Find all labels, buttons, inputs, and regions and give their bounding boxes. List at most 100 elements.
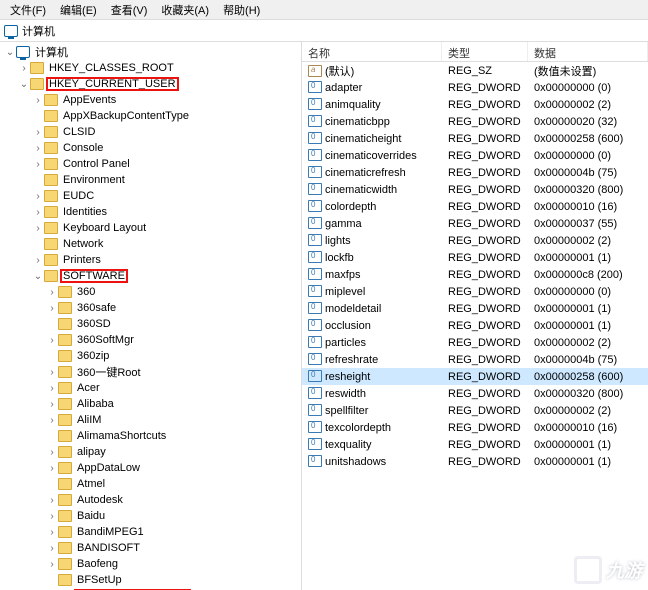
tree-node[interactable]: Network bbox=[0, 236, 301, 252]
expand-icon[interactable]: › bbox=[46, 463, 58, 474]
tree-node[interactable]: ›Console bbox=[0, 140, 301, 156]
value-row[interactable]: maxfpsREG_DWORD0x000000c8 (200) bbox=[302, 266, 648, 283]
value-row[interactable]: particlesREG_DWORD0x00000002 (2) bbox=[302, 334, 648, 351]
expand-icon[interactable]: › bbox=[46, 303, 58, 314]
tree-node[interactable]: 360zip bbox=[0, 348, 301, 364]
tree-node[interactable]: ›HKEY_CLASSES_ROOT bbox=[0, 60, 301, 76]
tree-node[interactable]: ›AppDataLow bbox=[0, 460, 301, 476]
expand-icon[interactable]: › bbox=[32, 143, 44, 154]
tree-node[interactable]: ›CLSID bbox=[0, 124, 301, 140]
expand-icon[interactable]: › bbox=[32, 95, 44, 106]
tree-node[interactable]: ⌄HKEY_CURRENT_USER bbox=[0, 76, 301, 92]
tree-node[interactable]: ›AppEvents bbox=[0, 92, 301, 108]
tree-node[interactable]: ›alipay bbox=[0, 444, 301, 460]
value-row[interactable]: cinematicoverridesREG_DWORD0x00000000 (0… bbox=[302, 147, 648, 164]
expand-icon[interactable]: › bbox=[46, 495, 58, 506]
tree-node[interactable]: ›BandiMPEG1 bbox=[0, 524, 301, 540]
value-row[interactable]: modeldetailREG_DWORD0x00000001 (1) bbox=[302, 300, 648, 317]
values-list[interactable]: 名称 类型 数据 (默认)REG_SZ(数值未设置)adapterREG_DWO… bbox=[302, 42, 648, 590]
value-row[interactable]: resheightREG_DWORD0x00000258 (600) bbox=[302, 368, 648, 385]
value-row[interactable]: cinematicbppREG_DWORD0x00000020 (32) bbox=[302, 113, 648, 130]
tree-node-label: AppXBackupContentType bbox=[61, 110, 191, 122]
expand-icon[interactable]: › bbox=[46, 447, 58, 458]
tree-node[interactable]: ›Keyboard Layout bbox=[0, 220, 301, 236]
tree-node[interactable]: ›Autodesk bbox=[0, 492, 301, 508]
expand-icon[interactable]: › bbox=[46, 559, 58, 570]
expand-icon[interactable]: › bbox=[32, 127, 44, 138]
menu-help[interactable]: 帮助(H) bbox=[217, 0, 266, 20]
value-row[interactable]: miplevelREG_DWORD0x00000000 (0) bbox=[302, 283, 648, 300]
tree-node[interactable]: ⌄计算机 bbox=[0, 44, 301, 60]
expand-icon[interactable]: › bbox=[46, 415, 58, 426]
folder-icon bbox=[44, 174, 58, 186]
expand-icon[interactable]: › bbox=[46, 383, 58, 394]
expand-icon[interactable]: › bbox=[32, 255, 44, 266]
collapse-icon[interactable]: ⌄ bbox=[4, 47, 16, 58]
collapse-icon[interactable]: ⌄ bbox=[18, 79, 30, 90]
menu-file[interactable]: 文件(F) bbox=[4, 0, 52, 20]
tree-node[interactable]: ›Identities bbox=[0, 204, 301, 220]
expand-icon[interactable]: › bbox=[32, 159, 44, 170]
tree-node[interactable]: ›Baofeng bbox=[0, 556, 301, 572]
value-row[interactable]: texcolordepthREG_DWORD0x00000010 (16) bbox=[302, 419, 648, 436]
tree-node[interactable]: BFSetUp bbox=[0, 572, 301, 588]
expand-icon[interactable]: › bbox=[32, 207, 44, 218]
value-row[interactable]: reswidthREG_DWORD0x00000320 (800) bbox=[302, 385, 648, 402]
value-row[interactable]: cinematicrefreshREG_DWORD0x0000004b (75) bbox=[302, 164, 648, 181]
expand-icon[interactable]: › bbox=[46, 399, 58, 410]
tree-node[interactable]: 360SD bbox=[0, 316, 301, 332]
tree-node[interactable]: ›Acer bbox=[0, 380, 301, 396]
expand-icon[interactable]: › bbox=[18, 63, 30, 74]
registry-tree[interactable]: ⌄计算机›HKEY_CLASSES_ROOT⌄HKEY_CURRENT_USER… bbox=[0, 42, 302, 590]
col-data[interactable]: 数据 bbox=[528, 42, 648, 61]
tree-node[interactable]: Atmel bbox=[0, 476, 301, 492]
value-row[interactable]: refreshrateREG_DWORD0x0000004b (75) bbox=[302, 351, 648, 368]
value-row[interactable]: adapterREG_DWORD0x00000000 (0) bbox=[302, 79, 648, 96]
value-row[interactable]: lockfbREG_DWORD0x00000001 (1) bbox=[302, 249, 648, 266]
tree-node[interactable]: › 360 bbox=[0, 284, 301, 300]
value-row[interactable]: spellfilterREG_DWORD0x00000002 (2) bbox=[302, 402, 648, 419]
tree-node-label: AliIM bbox=[75, 414, 103, 426]
collapse-icon[interactable]: ⌄ bbox=[32, 271, 44, 282]
expand-icon[interactable]: › bbox=[46, 287, 58, 298]
tree-node[interactable]: Environment bbox=[0, 172, 301, 188]
value-row[interactable]: animqualityREG_DWORD0x00000002 (2) bbox=[302, 96, 648, 113]
tree-node[interactable]: ›Printers bbox=[0, 252, 301, 268]
value-row[interactable]: unitshadowsREG_DWORD0x00000001 (1) bbox=[302, 453, 648, 470]
tree-node[interactable]: ›360SoftMgr bbox=[0, 332, 301, 348]
value-data-cell: 0x00000001 (1) bbox=[528, 438, 648, 452]
menu-favorites[interactable]: 收藏夹(A) bbox=[155, 0, 215, 20]
tree-node[interactable]: ›Alibaba bbox=[0, 396, 301, 412]
menu-edit[interactable]: 编辑(E) bbox=[54, 0, 103, 20]
address-text: 计算机 bbox=[22, 23, 55, 39]
tree-node[interactable]: ›360一键Root bbox=[0, 364, 301, 380]
tree-node[interactable]: ›Baidu bbox=[0, 508, 301, 524]
value-row[interactable]: gammaREG_DWORD0x00000037 (55) bbox=[302, 215, 648, 232]
expand-icon[interactable]: › bbox=[32, 223, 44, 234]
col-name[interactable]: 名称 bbox=[302, 42, 442, 61]
value-row[interactable]: texqualityREG_DWORD0x00000001 (1) bbox=[302, 436, 648, 453]
menu-view[interactable]: 查看(V) bbox=[105, 0, 154, 20]
expand-icon[interactable]: › bbox=[46, 527, 58, 538]
expand-icon[interactable]: › bbox=[46, 543, 58, 554]
tree-node-label: 360 bbox=[75, 286, 97, 298]
tree-node[interactable]: AppXBackupContentType bbox=[0, 108, 301, 124]
tree-node[interactable]: AlimamaShortcuts bbox=[0, 428, 301, 444]
tree-node[interactable]: ›360safe bbox=[0, 300, 301, 316]
value-row[interactable]: occlusionREG_DWORD0x00000001 (1) bbox=[302, 317, 648, 334]
expand-icon[interactable]: › bbox=[46, 335, 58, 346]
value-row[interactable]: (默认)REG_SZ(数值未设置) bbox=[302, 62, 648, 79]
tree-node[interactable]: ›BANDISOFT bbox=[0, 540, 301, 556]
tree-node[interactable]: ⌄SOFTWARE bbox=[0, 268, 301, 284]
value-row[interactable]: lightsREG_DWORD0x00000002 (2) bbox=[302, 232, 648, 249]
tree-node[interactable]: ›Control Panel bbox=[0, 156, 301, 172]
value-row[interactable]: cinematicheightREG_DWORD0x00000258 (600) bbox=[302, 130, 648, 147]
value-row[interactable]: cinematicwidthREG_DWORD0x00000320 (800) bbox=[302, 181, 648, 198]
tree-node[interactable]: ›EUDC bbox=[0, 188, 301, 204]
tree-node[interactable]: › AliIM bbox=[0, 412, 301, 428]
col-type[interactable]: 类型 bbox=[442, 42, 528, 61]
value-row[interactable]: colordepthREG_DWORD0x00000010 (16) bbox=[302, 198, 648, 215]
expand-icon[interactable]: › bbox=[32, 191, 44, 202]
expand-icon[interactable]: › bbox=[46, 367, 58, 378]
expand-icon[interactable]: › bbox=[46, 511, 58, 522]
